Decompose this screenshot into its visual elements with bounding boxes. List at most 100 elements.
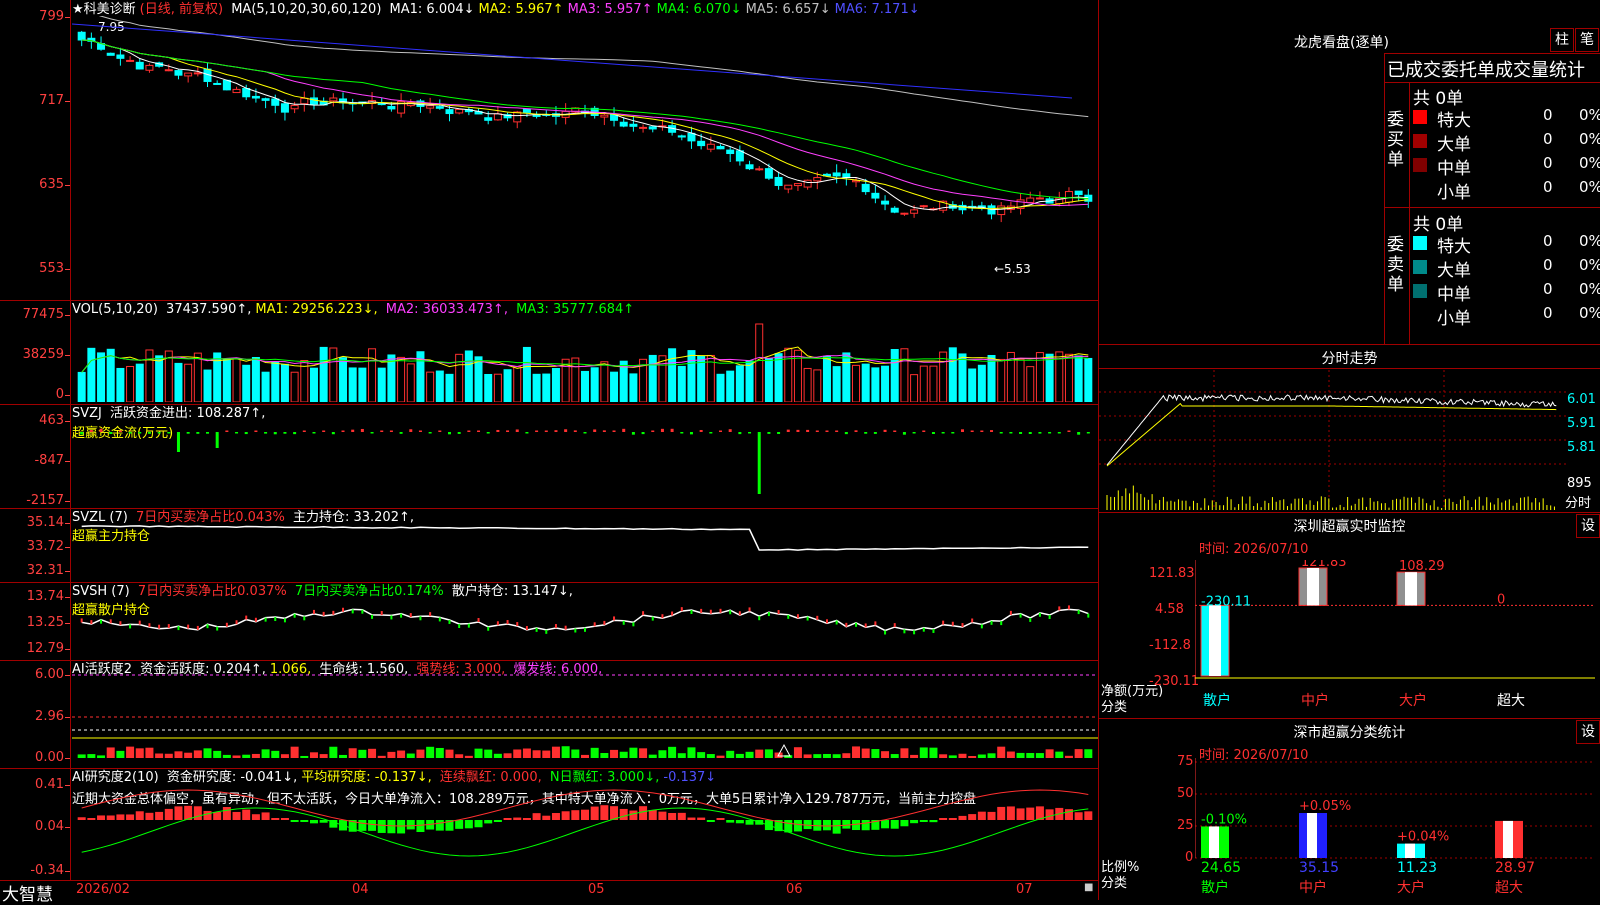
row-pct: 0% (1579, 154, 1600, 172)
ai-research-panel[interactable]: 0.41 0.04 -0.34 AI研究度2(10) 资金研究度: -0.041… (0, 768, 1098, 881)
activity-bar (1006, 751, 1015, 758)
svsh-panel[interactable]: 13.74 13.25 12.79 SVSH (7) 7日内买卖净占比0.037… (0, 582, 1098, 661)
activity-bar (1064, 755, 1073, 758)
volume-panel[interactable]: 77475 38259 0 VOL(5,10,20) 37437.590↑, MA… (0, 300, 1098, 405)
svsh-line[interactable] (72, 582, 1098, 660)
stat-table: 已成交委托单成交量统计 委买单 委卖单 共 0单 共 0单 特大00%大单00%… (1384, 53, 1600, 344)
volume-bar (77, 371, 86, 402)
volume-bar (803, 367, 812, 402)
svzj-bar (418, 430, 422, 432)
activity-bar (280, 754, 289, 758)
ma-value-5: MA5: 6.657↓ (745, 2, 831, 17)
research-bar (397, 820, 406, 834)
candle-body (706, 143, 715, 150)
volume-bar (203, 369, 212, 402)
activity-bar (890, 754, 899, 758)
volume-bar (1084, 357, 1093, 402)
sz-monitor-panel[interactable]: 深圳超赢实时监控 设 时间: 2026/07/10 121.83 4.58 -1… (1099, 512, 1600, 719)
row-pct: 0% (1579, 280, 1600, 298)
candlestick-chart[interactable] (72, 16, 1098, 298)
intraday-chart[interactable] (1099, 370, 1569, 510)
svzj-panel[interactable]: 463 -847 -2157 SVZJ 活跃资金进出: 108.287↑, 超赢… (0, 404, 1098, 509)
candle-body (455, 108, 464, 114)
research-bar (368, 820, 377, 831)
row-pct: 0% (1579, 106, 1600, 124)
svzj-bar (293, 432, 297, 435)
sz-bar-highlight (1209, 605, 1221, 676)
ss-ratio-chart[interactable]: -0.10% 24.65 散户 +0.05% 35.15 中户 +0.04% 11.23 大户 2… (1195, 758, 1595, 900)
svzj-bar (719, 430, 723, 432)
volume-bar (726, 370, 735, 402)
research-bar (658, 811, 667, 820)
svzj-bar (777, 432, 781, 434)
activity-bar (716, 755, 725, 758)
research-bar (948, 818, 957, 820)
volume-bar (852, 364, 861, 402)
svzj-bar (496, 429, 500, 432)
order-stat-row: 小单 0 0% (1413, 304, 1600, 329)
sz-time: 时间: 2026/07/10 (1199, 542, 1309, 557)
ai-activity-panel[interactable]: 6.00 2.96 0.00 AI活跃度2 资金活跃度: 0.204↑, 1.06… (0, 660, 1098, 769)
research-bar (619, 808, 628, 820)
svzj-bar (680, 432, 684, 434)
research-bar (822, 820, 831, 831)
research-bar (784, 820, 793, 833)
sz-bar-highlight (1307, 568, 1319, 606)
volume-bar (348, 367, 357, 402)
candle-body (677, 135, 686, 138)
stock-name[interactable]: ★科美诊断 (72, 2, 136, 17)
sz-tick: -112.8 (1149, 638, 1191, 653)
svzl-axis: 35.14 33.72 32.31 (0, 508, 71, 582)
ss-settings-button[interactable]: 设 (1576, 720, 1600, 744)
price-panel[interactable]: 799 717 635 553 ★科美诊断 (日线, 前复权) MA(5,10,2… (0, 0, 1098, 301)
research-bar (542, 815, 551, 820)
activity-bar (416, 749, 425, 758)
activity-bar (339, 754, 348, 758)
svzj-bar (360, 428, 364, 432)
volume-bar (251, 356, 260, 402)
date-label: 07 (1016, 882, 1033, 897)
volume-bar (493, 373, 502, 402)
order-stat-row: 特大 0 0% (1413, 232, 1600, 257)
lock-icon[interactable]: ■ (1084, 882, 1094, 893)
candle-body (213, 82, 222, 85)
pen-view-button[interactable]: 笔 (1575, 28, 1599, 52)
activity-bar (726, 750, 735, 758)
sz-settings-button[interactable]: 设 (1576, 514, 1600, 538)
svzj-bar (1028, 432, 1032, 434)
svzj-bar (893, 430, 897, 432)
svzj-bar (806, 429, 810, 432)
sz-category-label: 超大 (1497, 693, 1525, 709)
sz-net-chart[interactable]: -230.11 散户 121.83 中户 108.29 大户 0 超大 (1195, 560, 1595, 718)
volume-bars[interactable] (72, 318, 1098, 402)
candle-body (1064, 191, 1073, 203)
svzj-bar (912, 432, 916, 434)
candle-body (784, 184, 793, 190)
ss-stat-panel[interactable]: 深市超赢分类统计 设 时间: 2026/07/10 75 50 25 0 比例%… (1099, 718, 1600, 900)
candle-body (716, 145, 725, 150)
ai-research-chart[interactable] (72, 768, 1098, 880)
svzl-panel[interactable]: 35.14 33.72 32.31 SVZL (7) 7日内买卖净占比0.043… (0, 508, 1098, 583)
volume-bar (629, 373, 638, 402)
research-bar (832, 820, 841, 834)
candle-body (687, 132, 696, 142)
activity-bar (145, 747, 154, 758)
activity-bar (184, 752, 193, 758)
research-bar (203, 810, 212, 820)
svzj-bar (1048, 432, 1052, 434)
ai-activity-chart[interactable] (72, 660, 1098, 768)
svzj-bar (612, 430, 616, 432)
activity-bar (232, 755, 241, 758)
bar-view-button[interactable]: 柱 (1550, 28, 1574, 52)
research-bar (251, 814, 260, 820)
research-bar (706, 820, 715, 822)
svzl-tick: 32.31 (26, 563, 71, 578)
svzj-bar (651, 430, 655, 432)
intraday-panel[interactable]: 分时走势 6.01 5.91 5.81 895 分时 (1099, 344, 1600, 513)
activity-bar (842, 753, 851, 758)
svzj-bars[interactable] (72, 404, 1098, 508)
ma-value-3: MA3: 5.957↑ (567, 2, 653, 17)
svzl-line[interactable] (72, 508, 1098, 582)
volume-bar (116, 367, 125, 402)
svzj-bar (602, 430, 606, 432)
